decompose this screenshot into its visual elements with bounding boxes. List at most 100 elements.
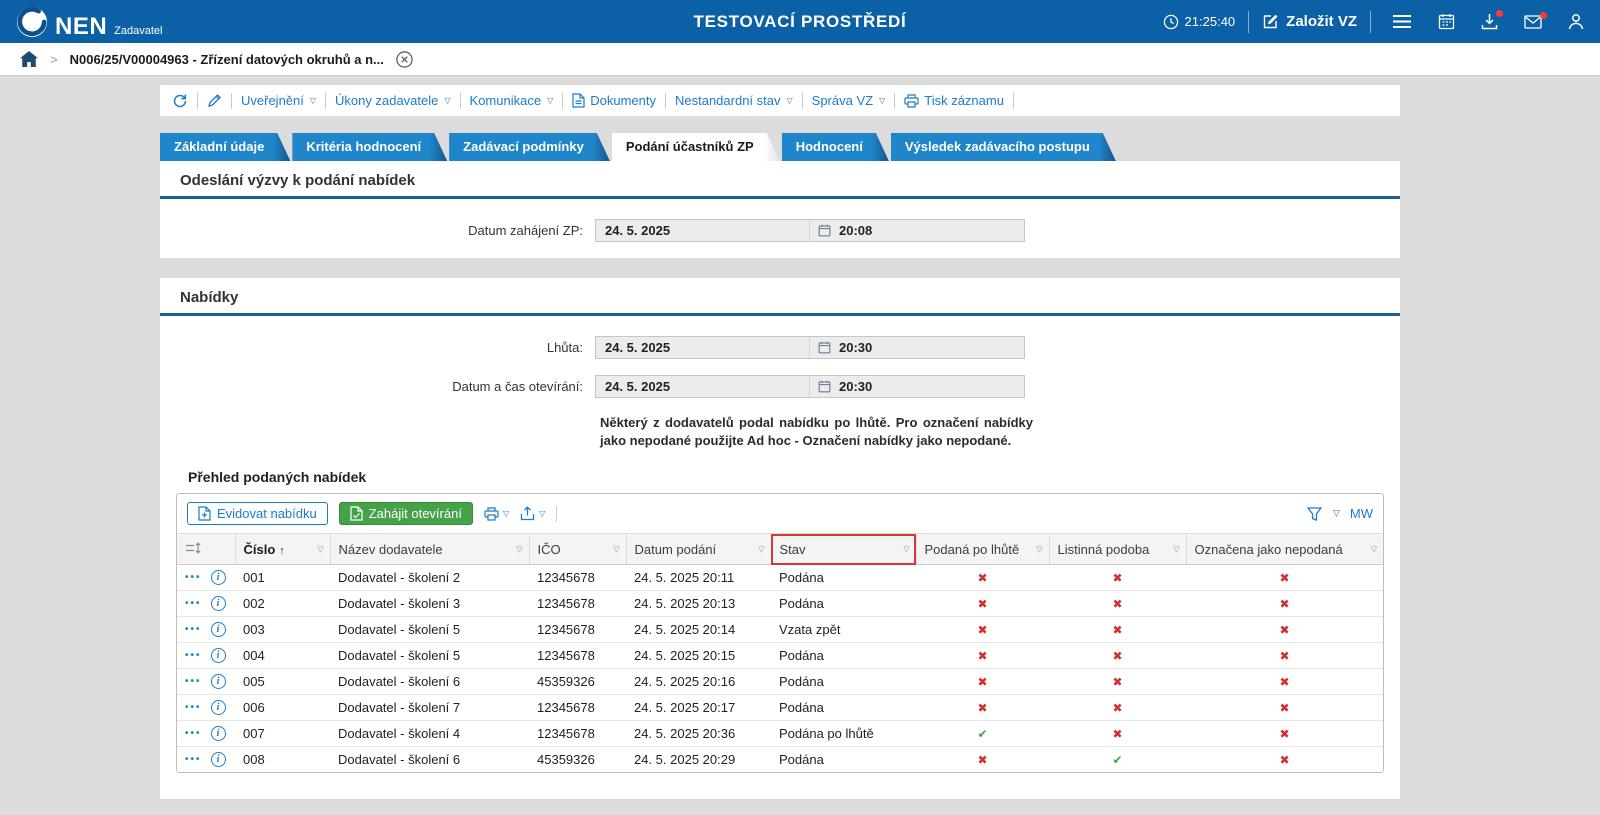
- column-header-cislo[interactable]: Číslo↑▽: [235, 534, 330, 565]
- printer-icon: [484, 507, 499, 521]
- column-header-po-lhute[interactable]: Podaná po lhůtě▽: [916, 534, 1049, 565]
- table-row[interactable]: •••i001Dodavatel - školení 21234567824. …: [177, 565, 1383, 591]
- table-row[interactable]: •••i006Dodavatel - školení 71234567824. …: [177, 695, 1383, 721]
- messages-button[interactable]: [1524, 15, 1542, 29]
- column-filter-icon[interactable]: ▽: [903, 545, 909, 554]
- column-header-listinna[interactable]: Listinná podoba ▽: [1049, 534, 1186, 565]
- cross-icon: ✖: [1112, 675, 1122, 689]
- toolbar-item-ukony-zadavatele[interactable]: Úkony zadavatele▽: [335, 93, 451, 108]
- column-config-icon[interactable]: [185, 542, 201, 554]
- cell-po-lhute: ✖: [916, 747, 1049, 773]
- table-row[interactable]: •••i003Dodavatel - školení 51234567824. …: [177, 617, 1383, 643]
- time-input[interactable]: 20:30: [839, 340, 872, 355]
- cross-icon: ✖: [1279, 597, 1289, 611]
- zahajit-otevirani-button[interactable]: Zahájit otevírání: [339, 502, 473, 525]
- tab-hodnoceni[interactable]: Hodnocení: [782, 133, 889, 161]
- time-part: 20:30: [809, 337, 1024, 358]
- tab-zakladni-udaje[interactable]: Základní údaje: [160, 133, 290, 161]
- column-filter-icon[interactable]: ▽: [1371, 545, 1377, 554]
- info-icon[interactable]: i: [211, 726, 226, 741]
- row-actions-icon[interactable]: •••: [185, 650, 202, 661]
- cross-icon: ✖: [1279, 623, 1289, 637]
- table-row[interactable]: •••i005Dodavatel - školení 64535932624. …: [177, 669, 1383, 695]
- column-header-nazev[interactable]: Název dodavatele▽: [330, 534, 529, 565]
- toolbar-item-nestandardni-stav[interactable]: Nestandardní stav▽: [675, 93, 793, 108]
- column-header-tools[interactable]: [177, 534, 235, 565]
- info-icon[interactable]: i: [211, 596, 226, 611]
- date-input[interactable]: 24. 5. 2025: [596, 223, 809, 238]
- edit-record-button[interactable]: [207, 93, 222, 108]
- cell-listinna: ✖: [1049, 721, 1186, 747]
- tab-kriteria-hodnoceni[interactable]: Kritéria hodnocení: [292, 133, 447, 161]
- column-filter-icon[interactable]: ▽: [758, 545, 764, 554]
- cell-datum: 24. 5. 2025 20:36: [626, 721, 771, 747]
- table-row[interactable]: •••i004Dodavatel - školení 51234567824. …: [177, 643, 1383, 669]
- tab-zadavaci-podminky[interactable]: Zadávací podmínky: [449, 133, 610, 161]
- info-icon[interactable]: i: [211, 674, 226, 689]
- nen-brand[interactable]: NEN Zadavatel: [16, 6, 162, 38]
- date-input[interactable]: 24. 5. 2025: [596, 379, 809, 394]
- profile-button[interactable]: [1568, 13, 1584, 30]
- column-header-stav[interactable]: Stav▽: [771, 534, 916, 565]
- nen-logo-icon: [16, 6, 48, 38]
- calendar-icon[interactable]: [818, 224, 831, 237]
- row-actions-icon[interactable]: •••: [185, 702, 202, 713]
- filter-button[interactable]: [1307, 507, 1322, 521]
- downloads-button[interactable]: [1481, 13, 1498, 30]
- toolbar-item-tisk-zaznamu[interactable]: Tisk záznamu: [904, 93, 1004, 108]
- brand-subtitle: Zadavatel: [114, 25, 162, 38]
- toolbar-item-uverejneni[interactable]: Uveřejnění▽: [241, 93, 316, 108]
- column-header-nepodana[interactable]: Označena jako nepodaná▽: [1186, 534, 1383, 565]
- toolbar-item-sprava-vz[interactable]: Správa VZ▽: [812, 93, 886, 108]
- home-button[interactable]: [20, 51, 38, 67]
- column-header-ico[interactable]: IČO▽: [529, 534, 626, 565]
- row-actions-icon[interactable]: •••: [185, 624, 202, 635]
- mw-view-label[interactable]: MW: [1350, 506, 1373, 521]
- table-row[interactable]: •••i007Dodavatel - školení 41234567824. …: [177, 721, 1383, 747]
- row-actions-icon[interactable]: •••: [185, 676, 202, 687]
- menu-button[interactable]: [1392, 14, 1412, 29]
- column-filter-icon[interactable]: ▽: [1173, 545, 1179, 554]
- column-filter-icon[interactable]: ▽: [1036, 545, 1042, 554]
- evidovat-nabidku-button[interactable]: Evidovat nabídku: [187, 502, 328, 525]
- date-input[interactable]: 24. 5. 2025: [596, 340, 809, 355]
- breadcrumb-close-button[interactable]: [396, 51, 413, 68]
- record-toolbar-items: Uveřejnění▽ Úkony zadavatele▽ Komunikace▽ D…: [241, 93, 1014, 109]
- row-actions-icon[interactable]: •••: [185, 572, 202, 583]
- cell-po-lhute: ✖: [916, 591, 1049, 617]
- field-label: Datum a čas otevírání:: [160, 379, 595, 394]
- view-dropdown-icon[interactable]: ▽: [1333, 508, 1340, 519]
- column-label: Listinná podoba: [1058, 542, 1150, 557]
- column-header-datum[interactable]: Datum podání▽: [626, 534, 771, 565]
- history-button[interactable]: [172, 93, 188, 109]
- create-vz-button[interactable]: Založit VZ: [1262, 13, 1357, 30]
- info-icon[interactable]: i: [211, 648, 226, 663]
- toolbar-item-komunikace[interactable]: Komunikace▽: [470, 93, 554, 108]
- tab-podani-ucastniku-zp[interactable]: Podání účastníků ZP: [612, 133, 780, 161]
- notification-badge: [1496, 10, 1503, 17]
- row-actions-icon[interactable]: •••: [185, 728, 202, 739]
- cell-listinna: ✔: [1049, 747, 1186, 773]
- info-icon[interactable]: i: [211, 622, 226, 637]
- column-filter-icon[interactable]: ▽: [516, 545, 522, 554]
- cell-listinna: ✖: [1049, 643, 1186, 669]
- row-actions-icon[interactable]: •••: [185, 754, 202, 765]
- breadcrumb-item[interactable]: N006/25/V00004963 - Zřízení datových okr…: [70, 52, 384, 67]
- column-filter-icon[interactable]: ▽: [317, 545, 323, 554]
- calendar-icon[interactable]: [818, 341, 831, 354]
- info-icon[interactable]: i: [211, 752, 226, 767]
- toolbar-item-dokumenty[interactable]: Dokumenty: [572, 93, 656, 108]
- calendar-icon[interactable]: [818, 380, 831, 393]
- info-icon[interactable]: i: [211, 570, 226, 585]
- row-actions-icon[interactable]: •••: [185, 598, 202, 609]
- export-button[interactable]: ▽: [520, 506, 545, 521]
- time-input[interactable]: 20:08: [839, 223, 872, 238]
- tab-vysledek-zadavaciho-postupu[interactable]: Výsledek zadávacího postupu: [891, 133, 1116, 161]
- table-row[interactable]: •••i008Dodavatel - školení 64535932624. …: [177, 747, 1383, 773]
- info-icon[interactable]: i: [211, 700, 226, 715]
- time-input[interactable]: 20:30: [839, 379, 872, 394]
- calendar-button[interactable]: [1438, 13, 1455, 30]
- table-row[interactable]: •••i002Dodavatel - školení 31234567824. …: [177, 591, 1383, 617]
- print-button[interactable]: ▽: [484, 507, 509, 521]
- column-filter-icon[interactable]: ▽: [613, 545, 619, 554]
